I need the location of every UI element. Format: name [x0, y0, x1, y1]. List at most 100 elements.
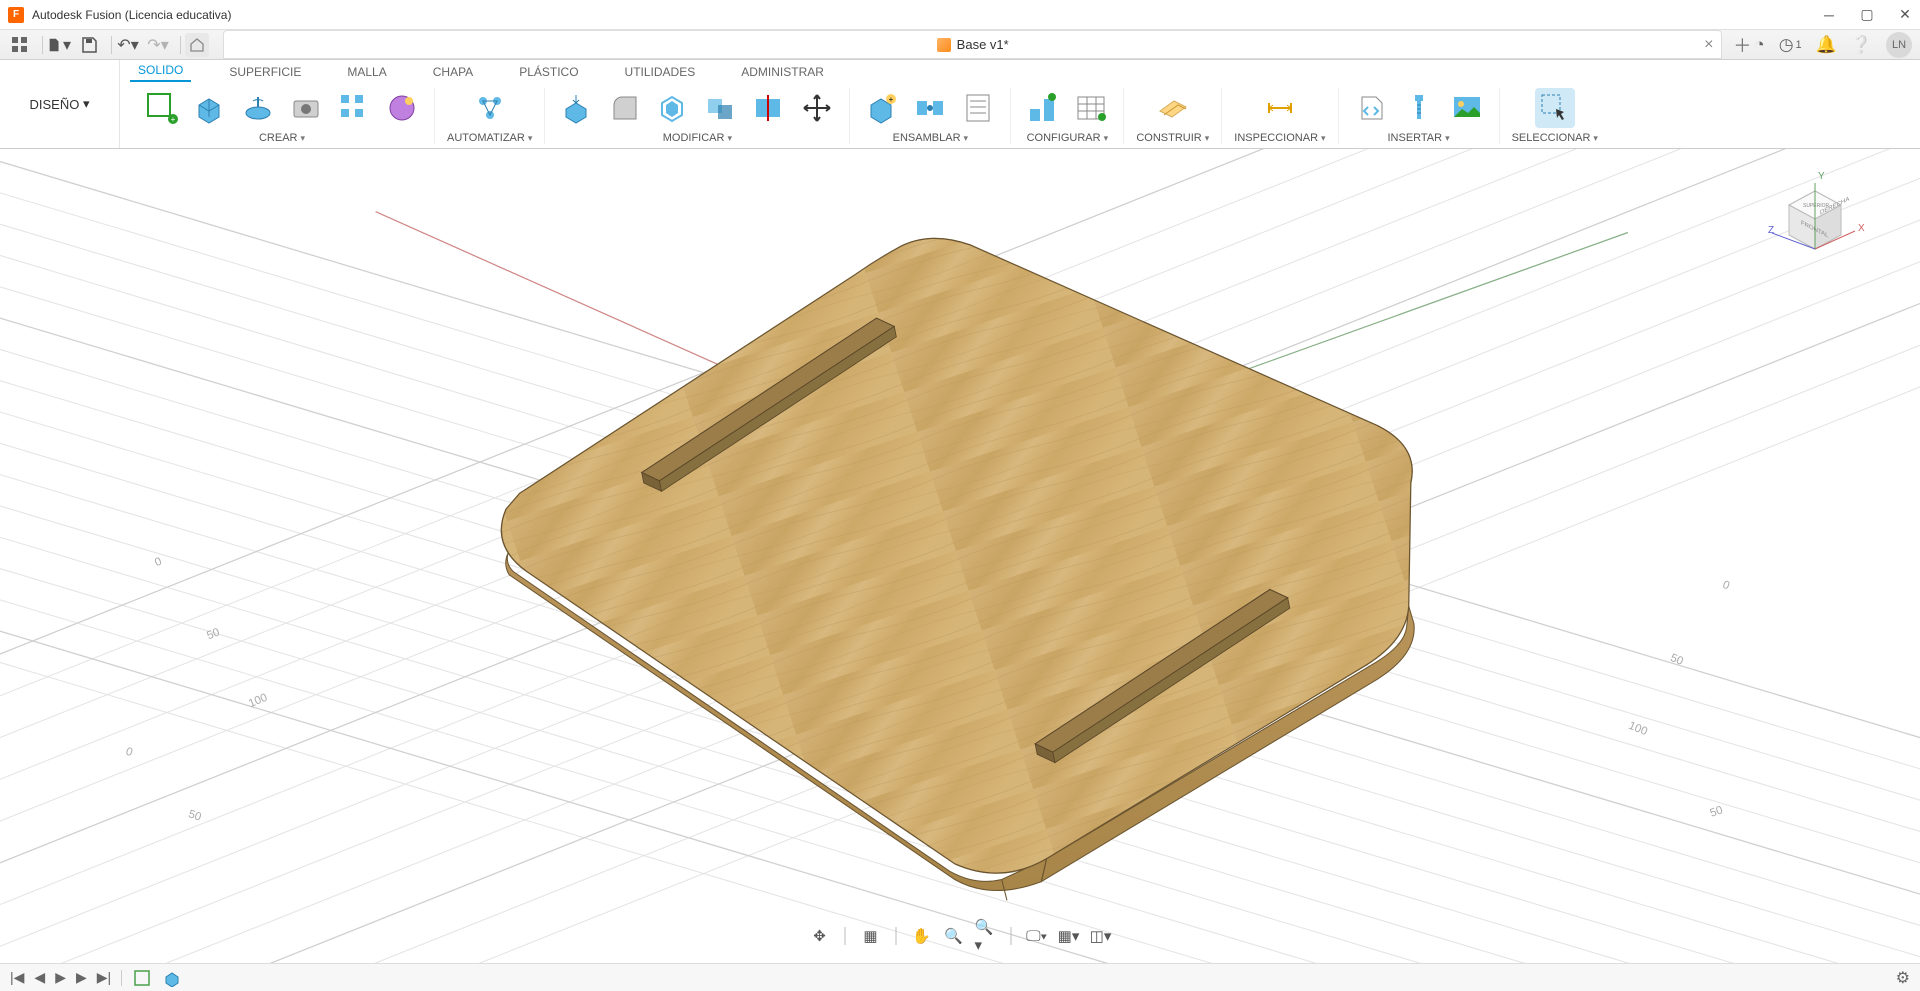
svg-text:100: 100 [247, 692, 269, 710]
select-button[interactable] [1535, 88, 1575, 128]
model-body[interactable] [501, 238, 1414, 900]
file-menu-button[interactable]: ▾ [47, 33, 71, 57]
svg-text:+: + [889, 95, 894, 104]
tab-sheetmetal[interactable]: CHAPA [425, 62, 481, 82]
undo-button[interactable]: ↶▾ [116, 33, 140, 57]
timeline-settings-button[interactable]: ⚙ [1896, 968, 1910, 988]
ribbon-groups: + CREAR AUTOMATIZAR [120, 82, 1920, 148]
construct-plane-button[interactable] [1153, 88, 1193, 128]
new-tab-button[interactable]: ＋ [1730, 33, 1754, 57]
joint-button[interactable] [910, 88, 950, 128]
automate-button[interactable] [470, 88, 510, 128]
presspull-button[interactable] [557, 88, 597, 128]
hole-button[interactable] [286, 88, 326, 128]
extensions-button[interactable]: ◔ [1754, 35, 1764, 55]
config-table-button[interactable] [1071, 88, 1111, 128]
timeline-end-button[interactable]: ▶| [97, 969, 111, 986]
user-avatar[interactable]: LN [1886, 32, 1912, 58]
tab-surface[interactable]: SUPERFICIE [221, 62, 309, 82]
timeline-start-button[interactable]: |◀ [10, 969, 24, 986]
save-button[interactable] [77, 33, 101, 57]
qat-right: ◔ ◷1 🔔 ❔ LN [1754, 32, 1912, 58]
timeline-play-button[interactable]: ▶ [55, 969, 66, 986]
timeline-feature-extrude[interactable] [162, 968, 182, 988]
extrude-button[interactable] [190, 88, 230, 128]
svg-text:50: 50 [187, 808, 203, 823]
insert-image-button[interactable] [1447, 88, 1487, 128]
view-toolbar: ✥ ▦ ✋ 🔍 🔍▾ 🖵▾ ▦▾ ◫▾ [805, 921, 1116, 951]
timeline: |◀ ◀ ▶ ▶ ▶| ⚙ [0, 963, 1920, 991]
viewport-canvas[interactable]: 0 50 100 50 0 0 50 100 50 [0, 149, 1920, 963]
measure-button[interactable] [1260, 88, 1300, 128]
minimize-button[interactable]: ─ [1822, 8, 1836, 22]
tab-plastic[interactable]: PLÁSTICO [511, 62, 586, 82]
document-name: Base v1* [957, 37, 1009, 52]
revolve-button[interactable] [238, 88, 278, 128]
help-button[interactable]: ❔ [1851, 35, 1872, 55]
svg-text:Z: Z [1768, 225, 1774, 236]
tab-solid[interactable]: SOLIDO [130, 60, 191, 82]
display-settings-button[interactable]: 🖵▾ [1026, 925, 1048, 947]
close-tab-button[interactable]: × [1704, 36, 1713, 54]
tab-manage[interactable]: ADMINISTRAR [733, 62, 832, 82]
window-titlebar: F Autodesk Fusion (Licencia educativa) ─… [0, 0, 1920, 30]
viewport-layout-button[interactable]: ◫▾ [1090, 925, 1112, 947]
combine-button[interactable] [701, 88, 741, 128]
group-select-label[interactable]: SELECCIONAR [1512, 132, 1598, 144]
group-inspect: INSPECCIONAR [1222, 88, 1338, 144]
lookat-button[interactable]: ▦ [860, 925, 882, 947]
zoom-button[interactable]: 🔍 [943, 925, 965, 947]
shell-button[interactable] [653, 88, 693, 128]
pattern-button[interactable] [334, 88, 374, 128]
viewcube[interactable]: FRONTAL DERECHA SUPERIOR X Y Z [1760, 169, 1870, 279]
move-button[interactable] [797, 88, 837, 128]
new-component-button[interactable]: + [862, 88, 902, 128]
bom-button[interactable] [958, 88, 998, 128]
redo-button[interactable]: ↷▾ [146, 33, 170, 57]
data-panel-button[interactable] [8, 33, 32, 57]
group-construct-label[interactable]: CONSTRUIR [1136, 132, 1209, 144]
split-button[interactable] [749, 88, 789, 128]
close-window-button[interactable]: ✕ [1898, 8, 1912, 22]
maximize-button[interactable]: ▢ [1860, 8, 1874, 22]
form-button[interactable] [382, 88, 422, 128]
scene-svg: 0 50 100 50 0 0 50 100 50 [0, 149, 1920, 963]
svg-text:50: 50 [1709, 804, 1725, 819]
tab-utilities[interactable]: UTILIDADES [617, 62, 704, 82]
group-create-label[interactable]: CREAR [259, 132, 305, 144]
timeline-feature-sketch[interactable] [132, 968, 152, 988]
svg-text:100: 100 [1627, 720, 1649, 738]
zoom-window-button[interactable]: 🔍▾ [975, 925, 997, 947]
timeline-prev-button[interactable]: ◀ [34, 969, 45, 986]
ribbon-tabs: SOLIDO SUPERFICIE MALLA CHAPA PLÁSTICO U… [120, 60, 1920, 82]
insert-derive-button[interactable] [1351, 88, 1391, 128]
workspace-picker[interactable]: DISEÑO ▾ [0, 60, 120, 148]
sketch-button[interactable]: + [142, 88, 182, 128]
svg-text:50: 50 [1669, 652, 1685, 668]
group-automate-label[interactable]: AUTOMATIZAR [447, 132, 532, 144]
group-modify: MODIFICAR [545, 88, 850, 144]
configure-button[interactable] [1023, 88, 1063, 128]
job-status-button[interactable]: ◷1 [1779, 35, 1802, 55]
tab-mesh[interactable]: MALLA [339, 62, 394, 82]
separator [180, 36, 181, 54]
svg-text:0: 0 [1721, 579, 1731, 593]
group-assemble-label[interactable]: ENSAMBLAR [893, 132, 968, 144]
document-tab[interactable]: Base v1* × [223, 30, 1722, 59]
insert-fastener-button[interactable] [1399, 88, 1439, 128]
fillet-button[interactable] [605, 88, 645, 128]
grid-settings-button[interactable]: ▦▾ [1058, 925, 1080, 947]
group-insert-label[interactable]: INSERTAR [1387, 132, 1449, 144]
svg-text:0: 0 [124, 746, 134, 759]
group-configure-label[interactable]: CONFIGURAR [1027, 132, 1108, 144]
svg-text:+: + [171, 115, 176, 124]
notifications-button[interactable]: 🔔 [1816, 35, 1837, 55]
group-modify-label[interactable]: MODIFICAR [663, 132, 732, 144]
group-construct: CONSTRUIR [1124, 88, 1222, 144]
pan-button[interactable]: ✋ [911, 925, 933, 947]
svg-text:0: 0 [153, 556, 163, 570]
timeline-next-button[interactable]: ▶ [76, 969, 87, 986]
group-inspect-label[interactable]: INSPECCIONAR [1234, 132, 1325, 144]
orbit-button[interactable]: ✥ [809, 925, 831, 947]
home-button[interactable] [185, 33, 209, 57]
